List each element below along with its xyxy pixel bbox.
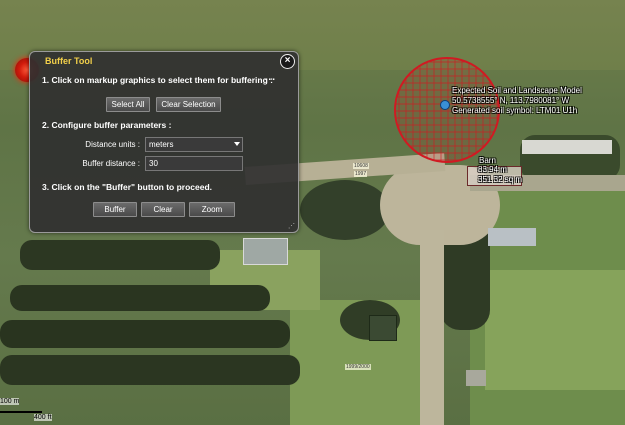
barn-title: Barn <box>479 156 496 165</box>
step-1-text: 1. Click on markup graphics to select th… <box>42 75 273 85</box>
buffer-distance-label: Buffer distance : <box>82 159 140 168</box>
distance-units-label: Distance units : <box>85 140 140 149</box>
map-label-small: 1997 <box>354 171 368 177</box>
clear-button[interactable]: Clear <box>141 202 185 217</box>
building <box>369 315 397 341</box>
building <box>466 370 486 386</box>
location-point-icon[interactable] <box>440 100 450 110</box>
tree-row <box>0 320 290 348</box>
tree-row <box>0 355 300 385</box>
resize-grip-icon[interactable]: ⋰ <box>288 222 295 230</box>
close-icon[interactable]: × <box>280 54 295 69</box>
clear-selection-button[interactable]: Clear Selection <box>156 97 221 112</box>
barn-length: 83.94 m <box>478 165 507 174</box>
more-options-icon[interactable]: ... <box>265 72 276 83</box>
field-lower-right <box>485 270 625 390</box>
select-all-button[interactable]: Select All <box>106 97 150 112</box>
distance-units-select[interactable]: meters <box>145 137 243 152</box>
buffer-distance-input[interactable]: 30 <box>145 156 243 171</box>
tree-row <box>10 285 270 311</box>
building <box>243 238 288 265</box>
scale-imperial: 400 ft <box>34 414 52 421</box>
panel-title: Buffer Tool <box>45 56 93 66</box>
scale-bar: 100 m 400 ft <box>0 398 60 425</box>
step-2-text: 2. Configure buffer parameters : <box>42 120 172 130</box>
zoom-button[interactable]: Zoom <box>189 202 235 217</box>
chevron-down-icon <box>234 142 240 146</box>
scale-line <box>0 411 42 413</box>
buffer-tool-panel: Buffer Tool × 1. Click on markup graphic… <box>29 51 299 233</box>
building <box>522 140 612 154</box>
road-vertical <box>420 230 444 425</box>
scale-metric: 100 m <box>0 398 20 405</box>
distance-units-value: meters <box>149 140 174 149</box>
annotation-line-1: Expected Soil and Landscape Model <box>452 86 582 95</box>
annotation-line-2: 50.5738555° N, 113.7980081° W <box>452 96 570 105</box>
tree-row <box>20 240 220 270</box>
step-3-text: 3. Click on the "Buffer" button to proce… <box>42 182 213 192</box>
map-label-small: 10608 <box>353 163 369 169</box>
map-label-small: 1999/2000 <box>345 364 371 370</box>
building <box>488 228 536 246</box>
tree-cluster <box>300 180 390 240</box>
barn-area: 351.32 sq m <box>478 175 523 184</box>
buffer-button[interactable]: Buffer <box>93 202 137 217</box>
annotation-line-3: Generated soil symbol: LTM01 U1h <box>452 106 578 115</box>
